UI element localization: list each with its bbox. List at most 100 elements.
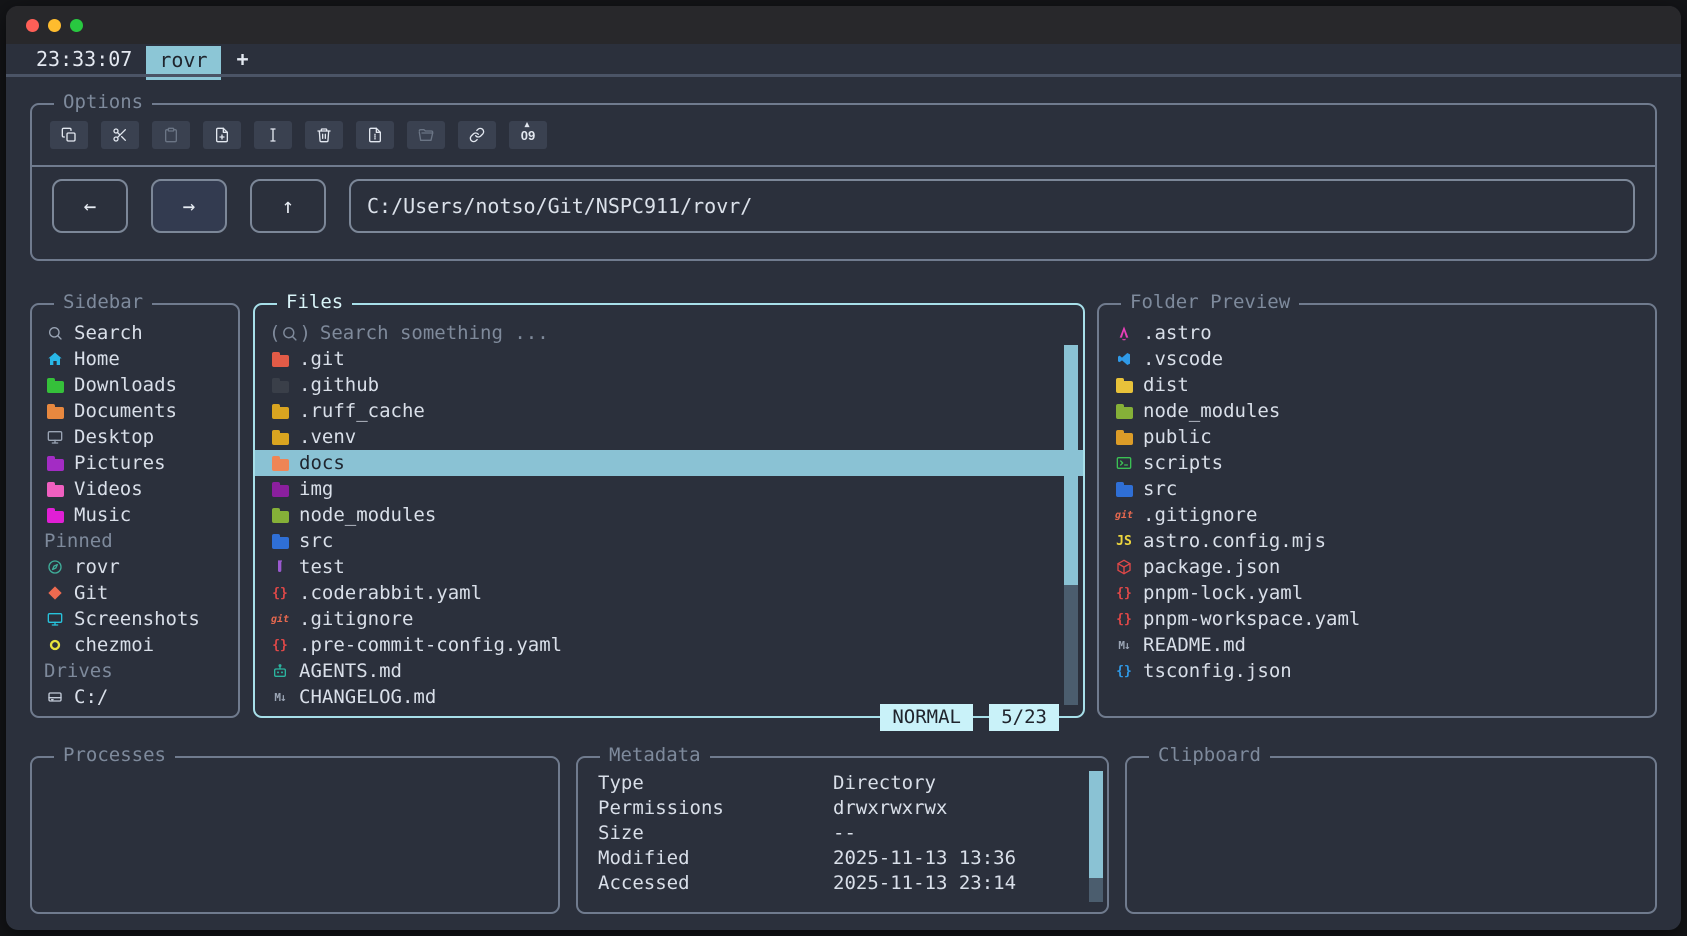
file-row-coderabbit-yaml[interactable]: {} .coderabbit.yaml [255,580,1083,606]
processes-title: Processes [54,744,175,766]
astro-icon [1113,325,1135,341]
new-tab-button[interactable]: + [237,47,249,71]
link-icon [466,127,488,143]
item-label: img [299,478,333,500]
file-row-agents-md[interactable]: AGENTS.md [255,658,1083,684]
sidebar-item-downloads[interactable]: Downloads [32,372,238,398]
preview-item-astro-config-mjs: JSastro.config.mjs [1099,528,1655,554]
sidebar-item-music[interactable]: Music [32,502,238,528]
item-label: dist [1143,374,1189,396]
back-button[interactable]: ← [52,179,128,233]
ibeam-icon [262,127,284,143]
file-row-src[interactable]: src [255,528,1083,554]
metadata-row-type: TypeDirectory [598,770,1107,795]
file-row-git[interactable]: .git [255,346,1083,372]
preview-item-pnpm-workspace-yaml: {}pnpm-workspace.yaml [1099,606,1655,632]
terminal-window: 23:33:07 rovr + Options ▴09 ← → ↑ C:/Use… [6,6,1681,930]
preview-item-public: public [1099,424,1655,450]
metadata-scrollbar-thumb[interactable] [1089,771,1103,878]
sidebar-item-screenshots[interactable]: Screenshots [32,606,238,632]
diamond-icon [44,585,66,601]
braces-icon: {} [1113,586,1135,601]
archive-button[interactable] [356,121,394,149]
sidebar-item-rovr[interactable]: rovr [32,554,238,580]
tab-rovr[interactable]: rovr [146,46,220,74]
file-row-test[interactable]: test [255,554,1083,580]
file-row-node-modules[interactable]: node_modules [255,502,1083,528]
maximize-button[interactable] [70,19,83,32]
item-label: .gitignore [1143,504,1257,526]
file-row-pre-commit-config-yaml[interactable]: {}.pre-commit-config.yaml [255,632,1083,658]
item-label: .coderabbit.yaml [299,582,482,604]
files-scrollbar-thumb[interactable] [1064,345,1078,585]
file-row-ruff-cache[interactable]: .ruff_cache [255,398,1083,424]
link-button[interactable] [458,121,496,149]
file-row-docs[interactable]: docs [255,450,1083,476]
file-row-github[interactable]: .github [255,372,1083,398]
folder-icon [269,404,291,419]
flask-icon [269,559,291,575]
toolbar: ▴09 [32,105,1655,149]
robot-icon [269,663,291,679]
item-label: Screenshots [74,608,200,630]
sidebar-item-pictures[interactable]: Pictures [32,450,238,476]
paste-button[interactable] [152,121,190,149]
metadata-row-size: Size-- [598,820,1107,845]
item-label: pnpm-workspace.yaml [1143,608,1360,630]
file-row-venv[interactable]: .venv [255,424,1083,450]
delete-button[interactable] [305,121,343,149]
item-label: Git [74,582,108,604]
gitword-icon: git [269,614,291,625]
metadata-scrollbar[interactable] [1089,771,1103,902]
forward-button[interactable]: → [151,179,227,233]
sidebar-item-c[interactable]: C:/ [32,684,238,710]
search-placeholder: Search something ... [320,322,549,344]
minimize-button[interactable] [48,19,61,32]
open-button[interactable] [407,121,445,149]
preview-item-readme-md: M↓README.md [1099,632,1655,658]
preview-item-package-json: package.json [1099,554,1655,580]
path-text: C:/Users/notso/Git/NSPC911/rovr/ [367,194,752,218]
close-button[interactable] [26,19,39,32]
metadata-scrollbar-track[interactable] [1089,878,1103,902]
metadata-value: 2025-11-13 23:14 [833,872,1016,894]
rename-button[interactable] [254,121,292,149]
item-label: src [299,530,333,552]
up-button[interactable]: ↑ [250,179,326,233]
path-input[interactable]: C:/Users/notso/Git/NSPC911/rovr/ [349,179,1635,233]
item-label: src [1143,478,1177,500]
braces-icon: {} [269,638,291,653]
item-label: tsconfig.json [1143,660,1292,682]
sidebar-item-chezmoi[interactable]: chezmoi [32,632,238,658]
new-file-button[interactable] [203,121,241,149]
files-scrollbar-track[interactable] [1064,585,1078,705]
sidebar-item-videos[interactable]: Videos [32,476,238,502]
file-row-img[interactable]: img [255,476,1083,502]
preview-item-tsconfig-json: {}tsconfig.json [1099,658,1655,684]
sidebar-item-home[interactable]: Home [32,346,238,372]
metadata-title: Metadata [600,744,710,766]
file-row-gitignore[interactable]: git .gitignore [255,606,1083,632]
sidebar-item-documents[interactable]: Documents [32,398,238,424]
file-search-input[interactable]: () Search something ... [255,320,1083,346]
folder-icon [269,378,291,393]
item-label: .astro [1143,322,1212,344]
search-icon: () [269,322,311,344]
item-label: pnpm-lock.yaml [1143,582,1303,604]
sidebar-item-git[interactable]: Git [32,580,238,606]
middle-row: Sidebar SearchHomeDownloadsDocumentsDesk… [30,303,1657,718]
sort-button[interactable]: ▴09 [509,121,547,149]
item-label: astro.config.mjs [1143,530,1326,552]
sidebar-title: Sidebar [54,291,152,313]
item-label: .gitignore [299,608,413,630]
sidebar-item-search[interactable]: Search [32,320,238,346]
files-scrollbar[interactable] [1064,345,1078,705]
cut-button[interactable] [101,121,139,149]
tab-bar: 23:33:07 rovr + [6,44,1681,77]
sidebar-item-desktop[interactable]: Desktop [32,424,238,450]
braces-icon: {} [269,586,291,601]
item-label: node_modules [1143,400,1280,422]
copy-button[interactable] [50,121,88,149]
trash-icon [313,127,335,143]
monitor-icon [44,429,66,445]
